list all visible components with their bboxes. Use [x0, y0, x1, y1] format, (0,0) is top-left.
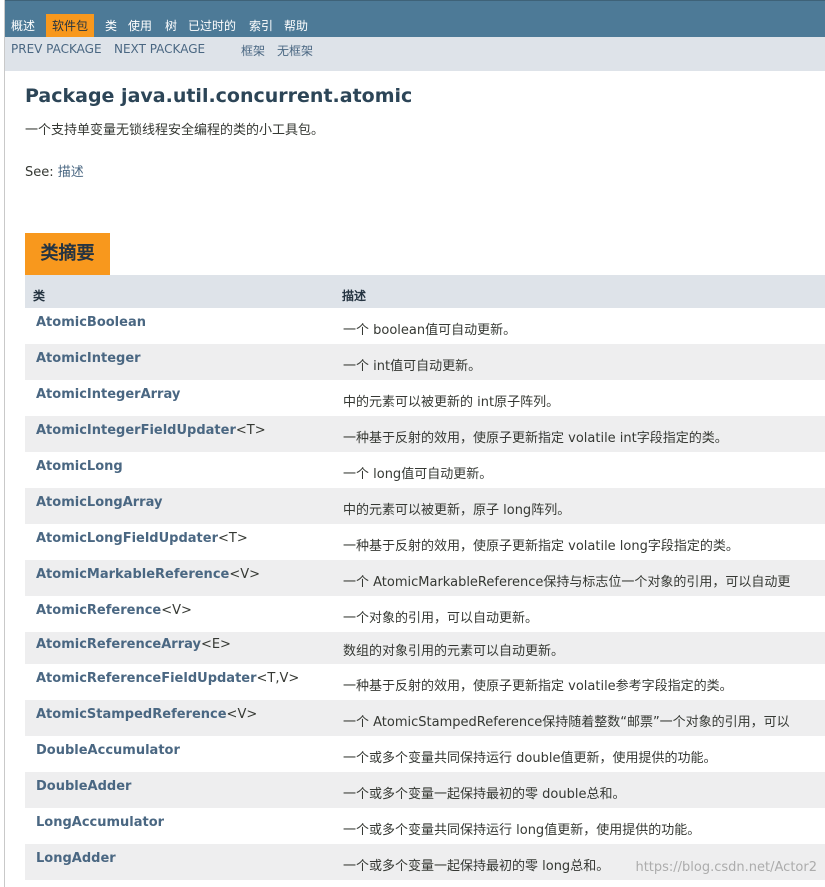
nav-class[interactable]: 类: [105, 14, 117, 38]
table-row: DoubleAdder 一个或多个变量一起保持最初的零 double总和。: [25, 772, 825, 808]
class-cell: AtomicInteger: [36, 351, 141, 366]
table-header: 类 描述: [25, 275, 825, 308]
type-parameters: <E>: [200, 637, 231, 652]
watermark: https://blog.csdn.net/Actor2: [635, 860, 817, 875]
column-header-class: 类: [33, 289, 46, 303]
nav-tree[interactable]: 树: [165, 14, 177, 38]
table-row: DoubleAccumulator 一个或多个变量共同保持运行 double值更新…: [25, 736, 825, 772]
frames-link[interactable]: 框架: [241, 42, 265, 59]
class-cell: AtomicReferenceArray<E>: [36, 637, 231, 652]
column-header-description: 描述: [342, 289, 367, 303]
type-parameters: <T>: [235, 423, 266, 438]
class-cell: AtomicIntegerFieldUpdater<T>: [36, 423, 266, 438]
class-cell: AtomicMarkableReference<V>: [36, 567, 260, 582]
class-link[interactable]: AtomicLong: [36, 459, 123, 474]
type-parameters: <V>: [229, 567, 261, 582]
class-description: 中的元素可以被更新的 int原子阵列。: [343, 395, 560, 410]
class-cell: AtomicReference<V>: [36, 603, 192, 618]
class-cell: AtomicLongFieldUpdater<T>: [36, 531, 248, 546]
top-navbar: 概述 软件包 类 使用 树 已过时的 索引 帮助: [5, 0, 825, 38]
class-description: 一个 int值可自动更新。: [343, 359, 482, 374]
class-description: 数组的对象引用的元素可以自动更新。: [343, 644, 565, 659]
table-row: AtomicLong 一个 long值可自动更新。: [25, 452, 825, 488]
class-description: 一种基于反射的效用，使原子更新指定 volatile参考字段指定的类。: [343, 679, 733, 694]
class-link[interactable]: AtomicLongFieldUpdater: [36, 531, 218, 546]
class-description: 一种基于反射的效用，使原子更新指定 volatile int字段指定的类。: [343, 431, 728, 446]
class-cell: LongAccumulator: [36, 815, 164, 830]
class-description: 中的元素可以被更新，原子 long阵列。: [343, 503, 571, 518]
class-cell: AtomicReferenceFieldUpdater<T,V>: [36, 671, 299, 686]
class-description: 一个或多个变量一起保持最初的零 double总和。: [343, 787, 626, 802]
table-row: AtomicReferenceFieldUpdater<T,V> 一种基于反射的效…: [25, 664, 825, 700]
class-description: 一个 long值可自动更新。: [343, 467, 493, 482]
class-link[interactable]: AtomicReference: [36, 603, 161, 618]
type-parameters: <V>: [161, 603, 192, 618]
class-description: 一个 AtomicMarkableReference保持与标志位一个对象的引用，…: [343, 575, 791, 590]
nav-index[interactable]: 索引: [249, 14, 273, 38]
table-body: AtomicBoolean 一个 boolean值可自动更新。 AtomicInte…: [25, 308, 825, 880]
class-cell: AtomicLong: [36, 459, 123, 474]
package-description: 一个支持单变量无锁线程安全编程的类的小工具包。: [25, 123, 325, 138]
table-row: AtomicReferenceArray<E> 数组的对象引用的元素可以自动更新。: [25, 632, 825, 664]
class-summary-table: 类 描述 AtomicBoolean 一个 boolean值可自动更新。 Atomi…: [25, 275, 825, 880]
next-package-link[interactable]: NEXT PACKAGE: [114, 42, 205, 56]
table-row: AtomicInteger 一个 int值可自动更新。: [25, 344, 825, 380]
table-row: AtomicLongArray 中的元素可以被更新，原子 long阵列。: [25, 488, 825, 524]
table-row: AtomicIntegerFieldUpdater<T> 一种基于反射的效用，使原…: [25, 416, 825, 452]
class-cell: LongAdder: [36, 851, 116, 866]
left-border: [4, 0, 5, 887]
class-link[interactable]: AtomicInteger: [36, 351, 141, 366]
see-label: See:: [25, 165, 54, 180]
table-row: AtomicLongFieldUpdater<T> 一种基于反射的效用，使原子更新…: [25, 524, 825, 560]
table-row: AtomicMarkableReference<V> 一个 AtomicMarka…: [25, 560, 825, 596]
class-summary-caption: 类摘要: [25, 233, 110, 275]
class-link[interactable]: LongAdder: [36, 851, 116, 866]
page-title: Package java.util.concurrent.atomic: [25, 85, 413, 107]
class-link[interactable]: AtomicLongArray: [36, 495, 162, 510]
nav-package[interactable]: 软件包: [46, 14, 95, 38]
class-description: 一个 AtomicStampedReference保持随着整数“邮票”一个对象的…: [343, 715, 790, 730]
class-link[interactable]: LongAccumulator: [36, 815, 164, 830]
class-description: 一种基于反射的效用，使原子更新指定 volatile long字段指定的类。: [343, 539, 739, 554]
nav-help[interactable]: 帮助: [284, 14, 308, 38]
nav-deprecated[interactable]: 已过时的: [188, 14, 236, 38]
class-link[interactable]: AtomicReferenceFieldUpdater: [36, 671, 257, 686]
nav-use[interactable]: 使用: [128, 14, 152, 38]
nav-overview[interactable]: 概述: [11, 14, 35, 38]
class-cell: AtomicStampedReference<V>: [36, 707, 257, 722]
class-description: 一个或多个变量共同保持运行 long值更新，使用提供的功能。: [343, 823, 701, 838]
class-cell: AtomicIntegerArray: [36, 387, 180, 402]
class-cell: AtomicBoolean: [36, 315, 146, 330]
type-parameters: <T>: [218, 531, 248, 546]
no-frames-link[interactable]: 无框架: [277, 42, 313, 59]
table-row: AtomicIntegerArray 中的元素可以被更新的 int原子阵列。: [25, 380, 825, 416]
class-link[interactable]: AtomicStampedReference: [36, 707, 227, 722]
table-row: LongAccumulator 一个或多个变量共同保持运行 long值更新，使用提…: [25, 808, 825, 844]
type-parameters: <T,V>: [256, 671, 300, 686]
type-parameters: <V>: [226, 707, 258, 722]
sub-navbar: PREV PACKAGE NEXT PACKAGE 框架 无框架: [5, 37, 825, 71]
class-link[interactable]: DoubleAdder: [36, 779, 131, 794]
table-row: AtomicStampedReference<V> 一个 AtomicStampe…: [25, 700, 825, 736]
table-row: AtomicReference<V> 一个对象的引用，可以自动更新。: [25, 596, 825, 632]
class-link[interactable]: DoubleAccumulator: [36, 743, 180, 758]
class-link[interactable]: AtomicReferenceArray: [36, 637, 201, 652]
class-link[interactable]: AtomicMarkableReference: [36, 567, 229, 582]
class-link[interactable]: AtomicBoolean: [36, 315, 146, 330]
class-description: 一个 boolean值可自动更新。: [343, 323, 517, 338]
see-description-link[interactable]: 描述: [58, 165, 84, 180]
see-line: See: 描述: [25, 161, 84, 180]
prev-package-link[interactable]: PREV PACKAGE: [11, 42, 102, 56]
class-description: 一个或多个变量共同保持运行 double值更新，使用提供的功能。: [343, 751, 717, 766]
class-link[interactable]: AtomicIntegerArray: [36, 387, 180, 402]
class-cell: DoubleAccumulator: [36, 743, 180, 758]
class-cell: AtomicLongArray: [36, 495, 162, 510]
class-link[interactable]: AtomicIntegerFieldUpdater: [36, 423, 236, 438]
class-description: 一个对象的引用，可以自动更新。: [343, 611, 539, 626]
class-cell: DoubleAdder: [36, 779, 131, 794]
table-row: AtomicBoolean 一个 boolean值可自动更新。: [25, 308, 825, 344]
